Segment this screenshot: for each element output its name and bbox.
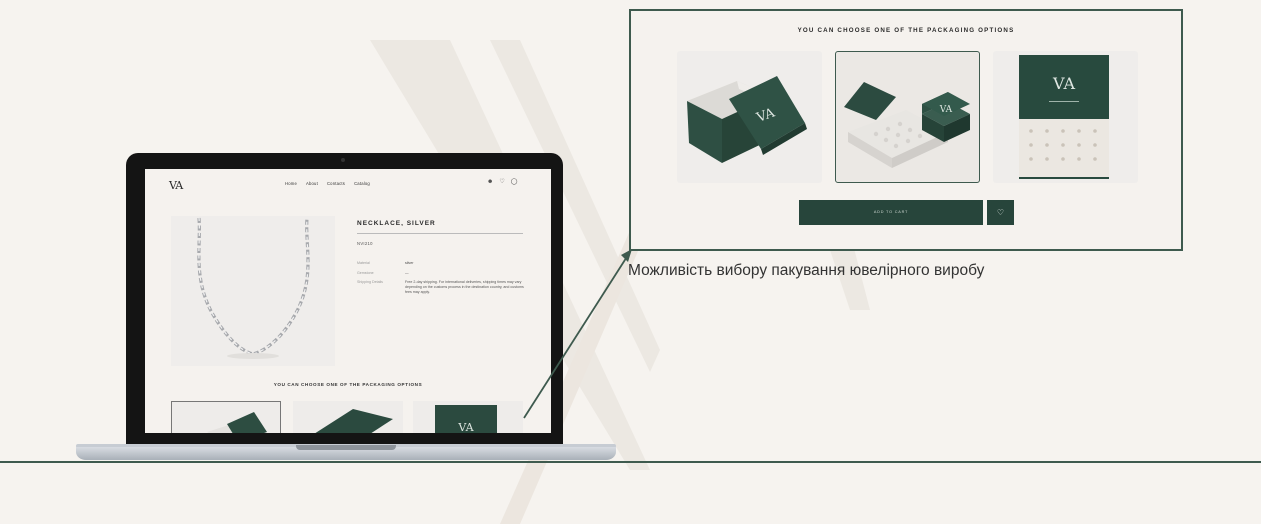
hinged-box-icon: [315, 409, 393, 433]
spec-label-gemstone: Gemstone: [357, 271, 374, 275]
svg-text:VA: VA: [939, 105, 953, 115]
cart-icon[interactable]: ◯: [511, 179, 518, 185]
nav-home[interactable]: Home: [285, 181, 297, 186]
shipping-details: Free 2-day shipping. For international d…: [405, 280, 524, 295]
nav-about[interactable]: About: [306, 181, 318, 186]
site-nav: Home About Contacts Catalog: [285, 181, 370, 186]
header-icons: ☻ ♡ ◯: [487, 179, 517, 185]
spec-value-material: silver: [405, 261, 414, 265]
necklace-image: [197, 217, 310, 359]
title-divider: [357, 233, 523, 234]
laptop-camera: [341, 158, 345, 162]
mini-pack-option-drawer[interactable]: VA: [413, 401, 523, 433]
svg-text:VA: VA: [1052, 74, 1075, 93]
baseline-divider: [0, 461, 1261, 463]
favorite-button[interactable]: ♡: [987, 200, 1014, 225]
nav-contacts[interactable]: Contacts: [327, 181, 345, 186]
heart-icon: ♡: [996, 208, 1005, 217]
zoom-packaging-title: YOU CAN CHOOSE ONE OF THE PACKAGING OPTI…: [797, 27, 1015, 34]
laptop-screen: VA Home About Contacts Catalog ☻ ♡ ◯ NEC…: [145, 169, 551, 433]
nav-catalog[interactable]: Catalog: [354, 181, 370, 186]
open-lid-box-image: VA: [687, 76, 807, 163]
spec-label-shipping: Shipping Details: [357, 280, 383, 284]
heart-icon[interactable]: ♡: [499, 179, 504, 185]
spec-value-gemstone: —: [405, 271, 409, 275]
drawer-box-image: VA: [1019, 55, 1109, 179]
open-box-icon: [207, 412, 267, 433]
spec-label-material: Material: [357, 261, 370, 265]
product-sku: NVI210: [357, 241, 373, 246]
laptop-notch: [296, 445, 396, 450]
drawer-box-icon: VA: [435, 405, 497, 433]
mini-pack-option-hinged[interactable]: [293, 401, 403, 433]
packaging-option-drawer[interactable]: VA: [993, 51, 1138, 183]
product-photo: [171, 216, 335, 366]
packaging-zoom-panel: YOU CAN CHOOSE ONE OF THE PACKAGING OPTI…: [629, 9, 1183, 251]
packaging-title: YOU CAN CHOOSE ONE OF THE PACKAGING OPTI…: [273, 382, 423, 387]
packaging-option-open-lid[interactable]: VA: [677, 51, 822, 183]
packaging-option-hinged[interactable]: VA: [835, 51, 980, 183]
mini-pack-option-open[interactable]: [171, 401, 281, 433]
caption-text: Можливість вибору пакування ювелірного в…: [628, 262, 985, 279]
user-icon[interactable]: ☻: [487, 179, 493, 185]
hinged-box-image: VA: [844, 82, 970, 168]
svg-text:VA: VA: [457, 421, 474, 433]
product-title: NECKLACE, SILVER: [357, 220, 436, 227]
site-logo[interactable]: VA: [169, 179, 183, 192]
add-to-cart-button[interactable]: ADD TO CART: [799, 200, 983, 225]
